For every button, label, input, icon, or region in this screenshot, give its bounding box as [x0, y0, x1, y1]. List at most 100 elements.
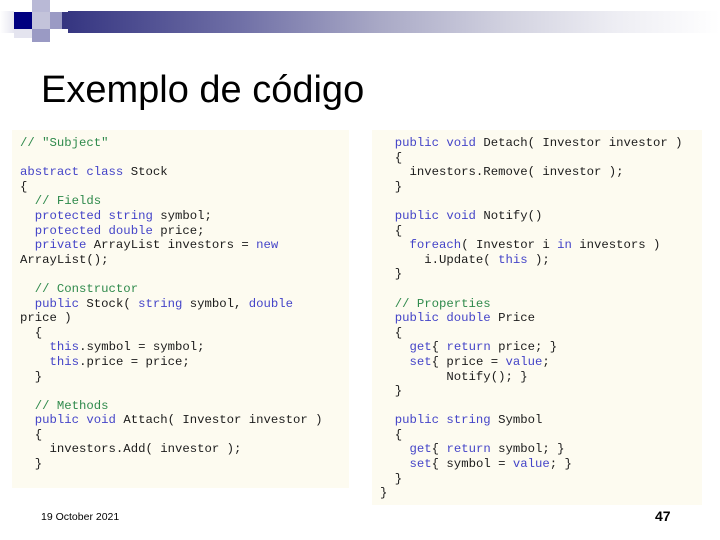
code-token: .symbol = symbol;: [79, 340, 205, 355]
code-token: set: [409, 354, 432, 369]
slide-title: Exemplo de código: [41, 69, 365, 111]
code-token: return: [446, 340, 499, 355]
code-token: {: [20, 325, 43, 340]
code-token: price; }: [498, 340, 558, 355]
code-token: price ): [20, 311, 72, 326]
code-line: price ): [20, 311, 341, 326]
banner-square-lavender-e: [14, 29, 32, 38]
code-token: Notify(): [483, 208, 543, 223]
code-token: ArrayList();: [20, 252, 109, 267]
code-line: abstract class Stock: [20, 165, 341, 180]
code-line: ArrayList();: [20, 253, 341, 268]
code-token: { price =: [431, 354, 506, 369]
footer-date: 19 October 2021: [41, 511, 120, 523]
code-line: public string Symbol: [380, 413, 694, 428]
code-line: this.price = price;: [20, 355, 341, 370]
code-token: set: [409, 457, 432, 472]
code-token: }: [380, 471, 403, 486]
code-token: string: [138, 296, 190, 311]
banner-square-lavender-a: [32, 0, 50, 12]
code-token: .price = price;: [79, 354, 190, 369]
code-token: value: [512, 457, 550, 472]
banner-square-navy: [14, 12, 32, 29]
code-token: price;: [160, 223, 205, 238]
code-token: { symbol =: [431, 457, 513, 472]
code-token: ; }: [549, 457, 572, 472]
code-line: }: [380, 384, 694, 399]
code-line: {: [20, 428, 341, 443]
code-token: }: [380, 179, 403, 194]
code-line: Notify(); }: [380, 370, 694, 385]
code-token: public void: [380, 136, 484, 150]
code-line: public Stock( string symbol, double: [20, 297, 341, 312]
code-token: }: [380, 267, 403, 282]
banner-square-lavender-f: [32, 29, 50, 42]
code-line: public void Notify(): [380, 209, 694, 224]
code-token: ArrayList investors =: [93, 238, 257, 253]
code-line: {: [380, 224, 694, 239]
code-line: get{ return price; }: [380, 340, 694, 355]
code-line: {: [20, 180, 341, 195]
code-token: public void: [380, 208, 484, 223]
code-token: Attach( Investor investor ): [123, 413, 323, 428]
code-line: public void Attach( Investor investor ): [20, 413, 341, 428]
footer-page-number: 47: [655, 508, 671, 524]
code-token: {: [380, 150, 403, 165]
code-block-right: public void Detach( Investor investor ) …: [372, 130, 702, 505]
code-token: // Properties: [380, 296, 491, 311]
code-line: public void Detach( Investor investor ): [380, 136, 694, 151]
code-line: investors.Remove( investor );: [380, 165, 694, 180]
code-token: );: [527, 252, 550, 267]
code-token: abstract class: [20, 165, 131, 180]
code-line: public double Price: [380, 311, 694, 326]
code-token: Detach( Investor investor ): [483, 136, 683, 150]
code-token: // Constructor: [20, 281, 139, 296]
code-token: symbol,: [189, 296, 249, 311]
code-line: this.symbol = symbol;: [20, 340, 341, 355]
code-line: // Fields: [20, 194, 341, 209]
code-line: }: [380, 180, 694, 195]
code-token: }: [20, 369, 43, 384]
code-line: // Methods: [20, 399, 341, 414]
code-token: {: [380, 427, 403, 442]
code-line: {: [20, 326, 341, 341]
code-token: Notify(); }: [380, 369, 528, 384]
code-line: }: [380, 486, 694, 501]
code-token: foreach: [409, 238, 462, 253]
code-token: investors ): [579, 238, 661, 253]
code-token: Stock: [130, 165, 168, 180]
code-line: }: [380, 472, 694, 487]
code-token: }: [380, 384, 403, 399]
code-token: {: [431, 442, 447, 457]
code-line: {: [380, 326, 694, 341]
code-token: protected string: [20, 208, 161, 223]
code-token: public void: [20, 413, 124, 428]
banner-square-white-3: [50, 29, 68, 34]
code-token: ( Investor i: [461, 238, 558, 253]
code-token: }: [380, 486, 388, 501]
code-token: public: [20, 296, 87, 311]
code-line: foreach( Investor i in investors ): [380, 238, 694, 253]
code-token: i.Update(: [380, 252, 499, 267]
code-token: investors.Remove( investor );: [380, 165, 624, 180]
code-token: public double: [380, 311, 499, 326]
code-token: public string: [380, 413, 499, 428]
code-line: // "Subject": [20, 136, 341, 151]
code-line: // Properties: [380, 297, 694, 312]
banner-square-lavender-d: [50, 12, 62, 29]
code-line: }: [380, 267, 694, 282]
code-token: // "Subject": [20, 136, 109, 150]
code-token: {: [20, 427, 43, 442]
code-token: Symbol: [498, 413, 543, 428]
code-token: {: [380, 325, 403, 340]
